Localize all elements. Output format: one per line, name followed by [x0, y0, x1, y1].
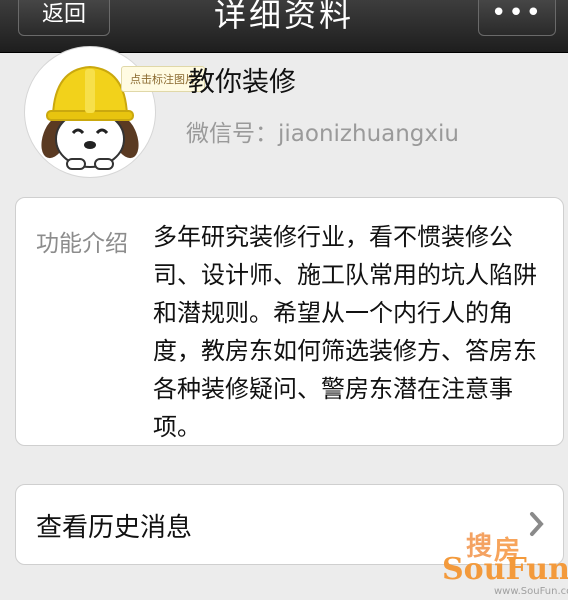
navigation-bar: 返回 详细资料 •••: [0, 0, 568, 53]
intro-text: 多年研究装修行业，看不惯装修公司、设计师、施工队常用的坑人陷阱和潜规则。希望从一…: [153, 223, 537, 441]
intro-label: 功能介绍: [36, 231, 128, 257]
intro-card: 功能介绍 多年研究装修行业，看不惯装修公司、设计师、施工队常用的坑人陷阱和潜规则…: [15, 197, 564, 446]
history-label: 查看历史消息: [36, 513, 193, 543]
watermark-logo: SouFun: [442, 552, 568, 587]
watermark-url: www.SouFun.com: [494, 586, 568, 597]
wechat-id: 微信号：jiaonizhuangxiu: [186, 121, 459, 147]
soufun-watermark: 搜 房 SouFun www.SouFun.com: [436, 530, 568, 600]
more-options-button[interactable]: •••: [478, 0, 556, 36]
profile-name: 教你装修: [188, 67, 296, 98]
